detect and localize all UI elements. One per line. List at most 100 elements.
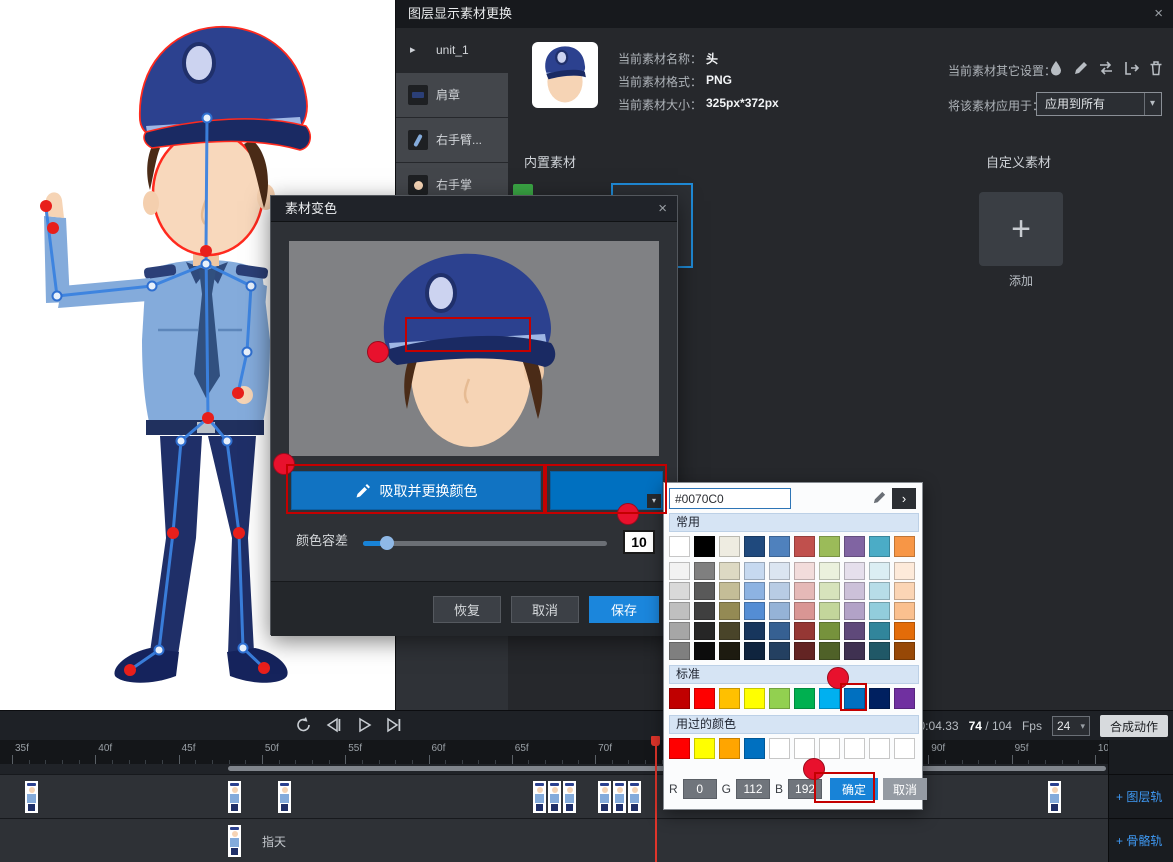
add-layer-track-button[interactable]: + 图层轨 <box>1109 774 1173 818</box>
layer-item-epaulette[interactable]: 肩章 <box>396 73 508 118</box>
g-input[interactable] <box>736 779 770 799</box>
picker-cancel-button[interactable]: 取消 <box>883 778 927 800</box>
color-swatch[interactable] <box>669 738 690 759</box>
color-swatch[interactable] <box>794 582 815 600</box>
color-swatch[interactable] <box>844 688 865 709</box>
apply-to-dropdown[interactable]: 应用到所有 ▾ <box>1036 92 1162 116</box>
color-swatch[interactable] <box>694 622 715 640</box>
color-swatch[interactable] <box>669 602 690 620</box>
close-icon[interactable]: × <box>658 196 667 222</box>
pen-icon[interactable] <box>872 490 887 505</box>
color-swatch[interactable] <box>819 642 840 660</box>
hex-color-input[interactable] <box>669 488 791 509</box>
timeline-thumbnail[interactable] <box>613 781 626 813</box>
color-swatch[interactable] <box>769 536 790 557</box>
color-swatch[interactable] <box>769 622 790 640</box>
color-swatch[interactable] <box>794 602 815 620</box>
color-swatch[interactable] <box>794 738 815 759</box>
pick-and-replace-color-button[interactable]: 吸取并更换颜色 <box>291 471 541 510</box>
tolerance-slider-thumb[interactable] <box>380 536 394 550</box>
color-swatch[interactable] <box>719 582 740 600</box>
color-swatch[interactable] <box>744 536 765 557</box>
color-swatch[interactable] <box>669 536 690 557</box>
timeline-thumbnail[interactable] <box>548 781 561 813</box>
color-swatch[interactable] <box>769 738 790 759</box>
color-swatch[interactable] <box>694 582 715 600</box>
color-swatch[interactable] <box>744 602 765 620</box>
swap-icon[interactable] <box>1098 60 1114 76</box>
color-swatch[interactable] <box>894 582 915 600</box>
color-swatch[interactable] <box>744 562 765 580</box>
edit-icon[interactable] <box>1073 60 1089 76</box>
add-bone-track-button[interactable]: + 骨骼轨 <box>1109 818 1173 862</box>
color-swatch[interactable] <box>869 582 890 600</box>
color-swatch[interactable] <box>769 642 790 660</box>
replacement-color-dropdown[interactable]: ▾ <box>550 471 663 510</box>
tolerance-slider[interactable] <box>363 541 607 546</box>
color-swatch[interactable] <box>819 738 840 759</box>
color-swatch[interactable] <box>819 536 840 557</box>
color-swatch[interactable] <box>794 536 815 557</box>
timeline-thumbnail[interactable] <box>563 781 576 813</box>
save-button[interactable]: 保存 <box>589 596 659 623</box>
color-swatch[interactable] <box>894 738 915 759</box>
recolor-icon[interactable] <box>1048 60 1064 76</box>
color-swatch[interactable] <box>744 688 765 709</box>
timeline-thumbnail[interactable] <box>598 781 611 813</box>
replay-button[interactable] <box>294 715 314 735</box>
ok-button[interactable]: 确定 <box>830 778 878 800</box>
color-swatch[interactable] <box>869 536 890 557</box>
add-material-tile[interactable]: + <box>979 192 1063 266</box>
timeline-thumbnail[interactable] <box>1048 781 1061 813</box>
color-swatch[interactable] <box>894 536 915 557</box>
timeline-thumbnail[interactable] <box>533 781 546 813</box>
b-input[interactable] <box>788 779 822 799</box>
color-swatch[interactable] <box>719 622 740 640</box>
color-swatch[interactable] <box>819 622 840 640</box>
color-swatch[interactable] <box>694 642 715 660</box>
color-swatch[interactable] <box>844 642 865 660</box>
fps-select[interactable]: 24 ▾ <box>1052 716 1090 736</box>
color-swatch[interactable] <box>869 738 890 759</box>
color-swatch[interactable] <box>819 602 840 620</box>
next-frame-button[interactable] <box>384 715 404 735</box>
r-input[interactable] <box>683 779 717 799</box>
timeline-thumbnail[interactable] <box>228 825 241 857</box>
timeline-thumbnail[interactable] <box>278 781 291 813</box>
timeline-track[interactable]: 指天 <box>0 818 1108 862</box>
color-swatch[interactable] <box>869 562 890 580</box>
color-swatch[interactable] <box>694 536 715 557</box>
color-swatch[interactable] <box>819 562 840 580</box>
color-swatch[interactable] <box>719 688 740 709</box>
color-swatch[interactable] <box>844 582 865 600</box>
expander-icon[interactable]: ▸ <box>410 28 416 72</box>
export-icon[interactable] <box>1123 60 1139 76</box>
color-swatch[interactable] <box>794 622 815 640</box>
recolor-preview[interactable] <box>289 241 659 456</box>
color-swatch[interactable] <box>844 602 865 620</box>
color-swatch[interactable] <box>669 562 690 580</box>
color-swatch[interactable] <box>694 688 715 709</box>
tolerance-value-input[interactable] <box>623 530 655 554</box>
color-swatch[interactable] <box>869 688 890 709</box>
restore-button[interactable]: 恢复 <box>433 596 501 623</box>
color-swatch[interactable] <box>794 562 815 580</box>
expand-button[interactable]: › <box>892 488 916 509</box>
color-swatch[interactable] <box>694 738 715 759</box>
color-swatch[interactable] <box>844 622 865 640</box>
color-swatch[interactable] <box>894 562 915 580</box>
timeline-thumbnail[interactable] <box>628 781 641 813</box>
color-swatch[interactable] <box>719 738 740 759</box>
color-swatch[interactable] <box>844 536 865 557</box>
color-swatch[interactable] <box>894 622 915 640</box>
play-button[interactable] <box>354 715 374 735</box>
layer-item-unit1[interactable]: ▸ unit_1 <box>396 28 508 73</box>
color-swatch[interactable] <box>669 688 690 709</box>
color-swatch[interactable] <box>719 536 740 557</box>
color-swatch[interactable] <box>769 562 790 580</box>
timeline-thumbnail[interactable] <box>25 781 38 813</box>
color-swatch[interactable] <box>769 688 790 709</box>
color-swatch[interactable] <box>719 562 740 580</box>
color-swatch[interactable] <box>869 642 890 660</box>
color-swatch[interactable] <box>794 688 815 709</box>
